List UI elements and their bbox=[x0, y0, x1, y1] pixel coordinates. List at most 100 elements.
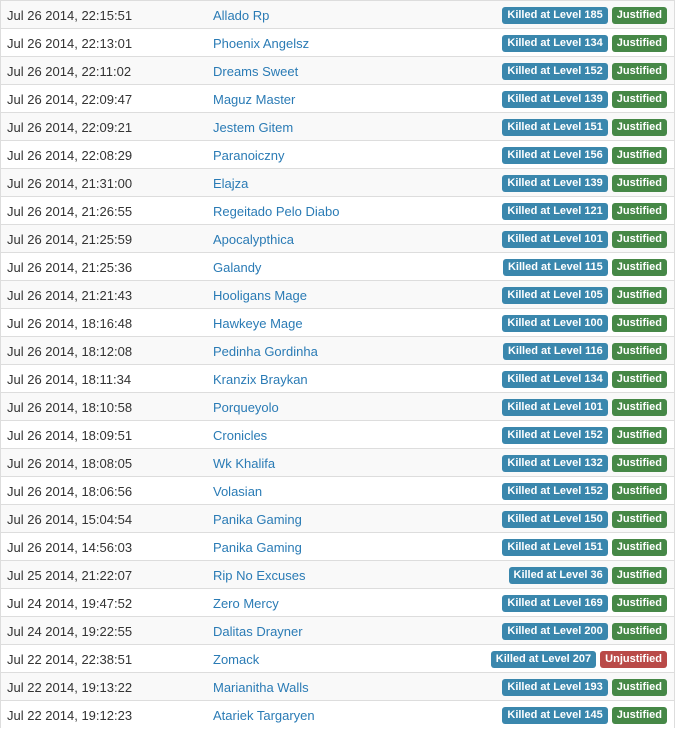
table-row: Jul 26 2014, 18:12:08 Pedinha Gordinha Kil… bbox=[1, 336, 674, 364]
table-row: Jul 26 2014, 18:11:34 Kranzix Braykan Kill… bbox=[1, 364, 674, 392]
victim-name-link[interactable]: Zero Mercy bbox=[213, 596, 279, 611]
kill-date: Jul 26 2014, 22:11:02 bbox=[7, 64, 132, 79]
status-badge: Justified bbox=[611, 203, 667, 220]
victim-name-link[interactable]: Pedinha Gordinha bbox=[213, 344, 318, 359]
victim-name-link[interactable]: Maguz Master bbox=[213, 92, 295, 107]
status-badge: Justified bbox=[611, 399, 667, 416]
kill-date: Jul 26 2014, 21:25:59 bbox=[7, 232, 133, 247]
table-row: Jul 22 2014, 22:38:51 Zomack Killed at Lev… bbox=[1, 644, 674, 672]
status-badge: Justified bbox=[611, 567, 667, 584]
status-badge: Justified bbox=[611, 483, 667, 500]
victim-name-link[interactable]: Dreams Sweet bbox=[213, 64, 298, 79]
level-badge: Killed at Level 132 bbox=[502, 455, 608, 472]
victim-name-link[interactable]: Hawkeye Mage bbox=[213, 316, 303, 331]
victim-name-link[interactable]: Galandy bbox=[213, 260, 261, 275]
status-badge: Justified bbox=[611, 287, 667, 304]
status-badge: Justified bbox=[611, 539, 667, 556]
level-badge: Killed at Level 134 bbox=[502, 371, 608, 388]
kill-list-table: Jul 26 2014, 22:15:51 Allado Rp Killed at … bbox=[0, 0, 675, 728]
victim-name-link[interactable]: Allado Rp bbox=[213, 8, 269, 23]
victim-name-link[interactable]: Dalitas Drayner bbox=[213, 624, 303, 639]
level-badge: Killed at Level 116 bbox=[502, 343, 608, 360]
victim-name-link[interactable]: Zomack bbox=[213, 652, 259, 667]
kill-badges: Killed at Level 134 Justified bbox=[502, 35, 667, 52]
table-row: Jul 26 2014, 21:31:00 Elajza Killed at Lev… bbox=[1, 168, 674, 196]
victim-name-link[interactable]: Panika Gaming bbox=[213, 512, 302, 527]
kill-badges: Killed at Level 185 Justified bbox=[502, 7, 667, 24]
kill-badges: Killed at Level 121 Justified bbox=[502, 203, 667, 220]
table-row: Jul 26 2014, 22:15:51 Allado Rp Killed at … bbox=[1, 0, 674, 28]
kill-date: Jul 22 2014, 22:38:51 bbox=[7, 652, 133, 667]
kill-badges: Killed at Level 152 Justified bbox=[502, 483, 667, 500]
victim-name-link[interactable]: Jestem Gitem bbox=[213, 120, 293, 135]
kill-date: Jul 26 2014, 21:21:43 bbox=[7, 288, 133, 303]
kill-date: Jul 26 2014, 18:06:56 bbox=[7, 484, 133, 499]
victim-name-link[interactable]: Atariek Targaryen bbox=[213, 708, 315, 723]
kill-badges: Killed at Level 151 Justified bbox=[502, 119, 667, 136]
status-badge: Justified bbox=[611, 315, 667, 332]
table-row: Jul 26 2014, 14:56:03 Panika Gaming Killed… bbox=[1, 532, 674, 560]
status-badge: Justified bbox=[611, 231, 667, 248]
victim-name-link[interactable]: Wk Khalifa bbox=[213, 456, 275, 471]
kill-date: Jul 26 2014, 18:09:51 bbox=[7, 428, 133, 443]
kill-badges: Killed at Level 101 Justified bbox=[502, 399, 667, 416]
level-badge: Killed at Level 145 bbox=[502, 707, 608, 724]
victim-name-link[interactable]: Phoenix Angelsz bbox=[213, 36, 309, 51]
level-badge: Killed at Level 139 bbox=[502, 175, 608, 192]
table-row: Jul 26 2014, 18:09:51 Cronicles Killed at … bbox=[1, 420, 674, 448]
kill-badges: Killed at Level 105 Justified bbox=[502, 287, 667, 304]
victim-name-link[interactable]: Cronicles bbox=[213, 428, 267, 443]
level-badge: Killed at Level 105 bbox=[502, 287, 608, 304]
status-badge: Justified bbox=[611, 7, 667, 24]
level-badge: Killed at Level 115 bbox=[502, 259, 608, 276]
level-badge: Killed at Level 193 bbox=[502, 679, 608, 696]
kill-date: Jul 26 2014, 22:13:01 bbox=[7, 36, 133, 51]
status-badge: Justified bbox=[611, 707, 667, 724]
kill-badges: Killed at Level 134 Justified bbox=[502, 371, 667, 388]
victim-name-link[interactable]: Apocalypthica bbox=[213, 232, 294, 247]
kill-badges: Killed at Level 200 Justified bbox=[502, 623, 667, 640]
kill-date: Jul 24 2014, 19:47:52 bbox=[7, 596, 133, 611]
kill-date: Jul 22 2014, 19:12:23 bbox=[7, 708, 133, 723]
status-badge: Justified bbox=[611, 35, 667, 52]
kill-date: Jul 26 2014, 22:15:51 bbox=[7, 8, 133, 23]
table-row: Jul 26 2014, 22:09:47 Maguz Master Killed … bbox=[1, 84, 674, 112]
kill-badges: Killed at Level 145 Justified bbox=[502, 707, 667, 724]
victim-name-link[interactable]: Hooligans Mage bbox=[213, 288, 307, 303]
status-badge: Justified bbox=[611, 63, 667, 80]
victim-name-link[interactable]: Volasian bbox=[213, 484, 262, 499]
table-row: Jul 26 2014, 21:21:43 Hooligans Mage Kille… bbox=[1, 280, 674, 308]
victim-name-link[interactable]: Rip No Excuses bbox=[213, 568, 305, 583]
kill-date: Jul 26 2014, 18:12:08 bbox=[7, 344, 133, 359]
kill-date: Jul 26 2014, 18:10:58 bbox=[7, 400, 133, 415]
table-row: Jul 26 2014, 22:09:21 Jestem Gitem Killed … bbox=[1, 112, 674, 140]
status-badge: Justified bbox=[611, 371, 667, 388]
victim-name-link[interactable]: Marianitha Walls bbox=[213, 680, 309, 695]
kill-badges: Killed at Level 169 Justified bbox=[502, 595, 667, 612]
kill-badges: Killed at Level 156 Justified bbox=[502, 147, 667, 164]
status-badge: Justified bbox=[611, 175, 667, 192]
kill-date: Jul 25 2014, 21:22:07 bbox=[7, 568, 133, 583]
level-badge: Killed at Level 169 bbox=[502, 595, 608, 612]
level-badge: Killed at Level 101 bbox=[502, 231, 608, 248]
victim-name-link[interactable]: Porqueyolo bbox=[213, 400, 279, 415]
level-badge: Killed at Level 200 bbox=[502, 623, 608, 640]
victim-name-link[interactable]: Panika Gaming bbox=[213, 540, 302, 555]
table-row: Jul 25 2014, 21:22:07 Rip No Excuses Kille… bbox=[1, 560, 674, 588]
table-row: Jul 26 2014, 21:25:36 Galandy Killed at Le… bbox=[1, 252, 674, 280]
kill-badges: Killed at Level 116 Justified bbox=[502, 343, 667, 360]
kill-badges: Killed at Level 36 Justified bbox=[508, 567, 667, 584]
victim-name-link[interactable]: Kranzix Braykan bbox=[213, 372, 308, 387]
table-row: Jul 26 2014, 18:16:48 Hawkeye Mage Killed … bbox=[1, 308, 674, 336]
table-row: Jul 22 2014, 19:13:22 Marianitha Walls Kil… bbox=[1, 672, 674, 700]
victim-name-link[interactable]: Elajza bbox=[213, 176, 248, 191]
kill-date: Jul 22 2014, 19:13:22 bbox=[7, 680, 133, 695]
level-badge: Killed at Level 101 bbox=[502, 399, 608, 416]
level-badge: Killed at Level 152 bbox=[502, 63, 608, 80]
victim-name-link[interactable]: Regeitado Pelo Diabo bbox=[213, 204, 339, 219]
status-badge: Justified bbox=[611, 679, 667, 696]
victim-name-link[interactable]: Paranoiczny bbox=[213, 148, 285, 163]
table-row: Jul 26 2014, 22:13:01 Phoenix Angelsz Kill… bbox=[1, 28, 674, 56]
status-badge: Justified bbox=[611, 623, 667, 640]
kill-badges: Killed at Level 152 Justified bbox=[502, 427, 667, 444]
